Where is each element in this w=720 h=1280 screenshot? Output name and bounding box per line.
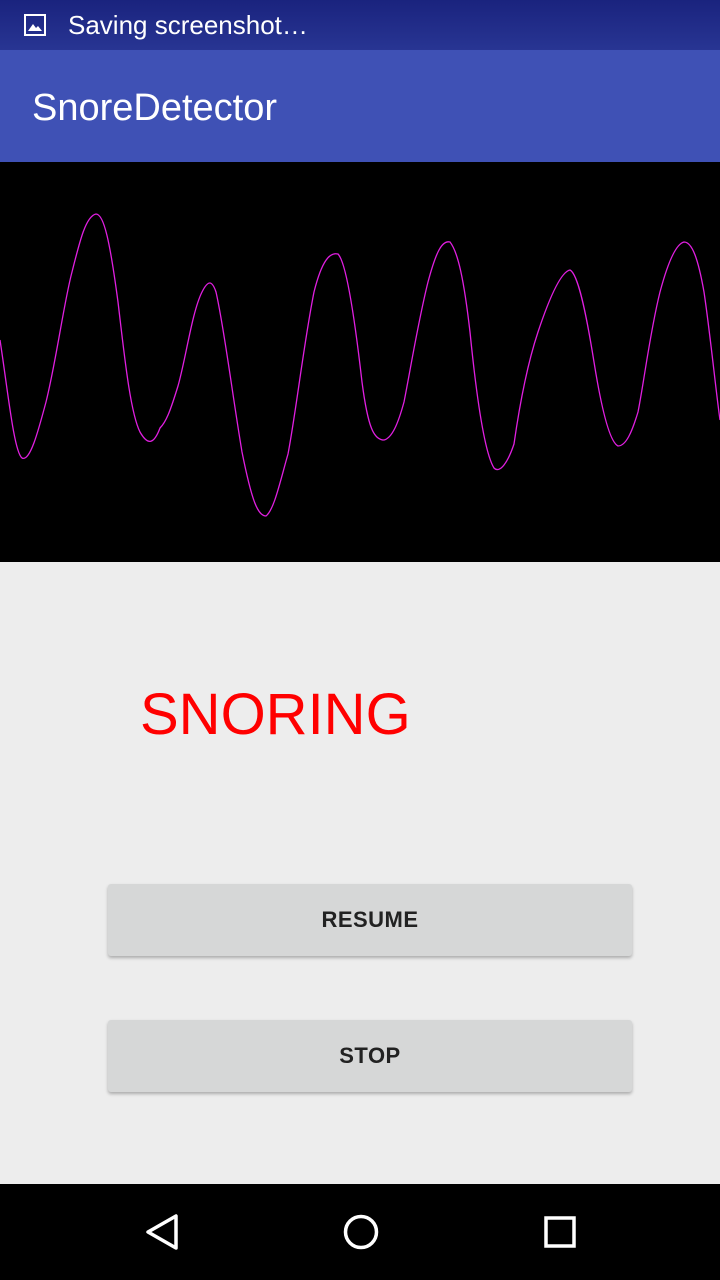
waveform-panel [0,162,720,562]
waveform-line [0,213,720,517]
home-circle-icon[interactable] [337,1208,385,1256]
image-icon [24,14,46,36]
main-content: SNORING RESUME STOP [0,562,720,1184]
navigation-bar [0,1184,720,1280]
waveform-graph [0,213,720,517]
status-bar: Saving screenshot… [0,0,720,50]
resume-button[interactable]: RESUME [108,884,632,956]
snore-status-label: SNORING [140,682,411,747]
notification-text: Saving screenshot… [68,10,308,40]
stop-button[interactable]: STOP [108,1020,632,1092]
app-title: SnoreDetector [32,87,278,129]
recents-square-icon[interactable] [536,1208,584,1256]
back-triangle-icon[interactable] [138,1208,186,1256]
app-bar: SnoreDetector [0,50,720,162]
